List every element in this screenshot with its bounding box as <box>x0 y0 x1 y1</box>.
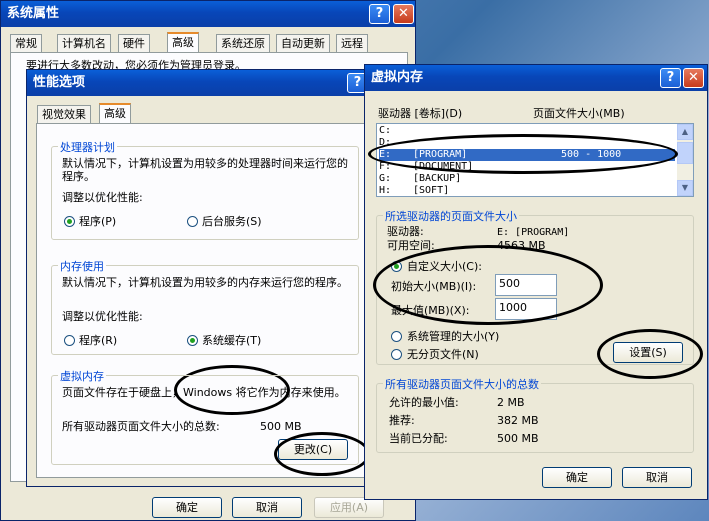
memory-usage-group: 内存使用 默认情况下，计算机设置为用较多的内存来运行您的程序。 调整以优化性能:… <box>51 258 359 355</box>
no-paging-file-label[interactable]: 无分页文件(N) <box>407 348 479 361</box>
drive-value: E: [PROGRAM] <box>497 227 570 238</box>
processor-scheduling-label: 处理器计划 <box>58 139 117 155</box>
drive-row[interactable]: G: [BACKUP] <box>379 173 675 185</box>
no-paging-file-radio[interactable] <box>391 349 402 360</box>
selected-drive-label: 所选驱动器的页面文件大小 <box>383 208 519 224</box>
tab-remote[interactable]: 远程 <box>336 34 368 52</box>
totals-group: 所有驱动器页面文件大小的总数 允许的最小值: 2 MB 推荐: 382 MB 当… <box>376 376 694 453</box>
memory-description: 默认情况下，计算机设置为用较多的内存来运行您的程序。 <box>62 276 348 289</box>
processor-adjust-label: 调整以优化性能: <box>62 191 143 204</box>
drive-list-scrollbar[interactable]: ▲ ▼ <box>677 124 693 196</box>
virtual-memory-group: 虚拟内存 页面文件存在于硬盘上，Windows 将它作为内存来使用。 所有驱动器… <box>51 368 359 465</box>
system-properties-title: 系统属性 <box>7 6 60 21</box>
scroll-thumb[interactable] <box>677 142 693 164</box>
space-value: 4563 MB <box>497 239 546 252</box>
memory-system-cache-radio[interactable] <box>187 335 198 346</box>
virtual-memory-title: 虚拟内存 <box>371 70 424 85</box>
drive-column-header: 驱动器 [卷标](D) <box>378 107 463 120</box>
processor-programs-radio[interactable] <box>64 216 75 227</box>
virtual-memory-total-value: 500 MB <box>260 420 302 433</box>
performance-options-window: 性能选项 ? 视觉效果 高级 处理器计划 默认情况下，计算机设置为用较多的处理器… <box>26 69 376 487</box>
tab-computer-name[interactable]: 计算机名 <box>57 34 111 52</box>
initial-size-input[interactable]: 500 <box>495 274 557 296</box>
performance-advanced-panel: 处理器计划 默认情况下，计算机设置为用较多的处理器时间来运行您的程序。 调整以优… <box>36 123 370 478</box>
drive-row[interactable]: F: [DOCUMENT] <box>379 161 675 173</box>
tab-system-restore[interactable]: 系统还原 <box>216 34 270 52</box>
selected-drive-group: 所选驱动器的页面文件大小 驱动器: E: [PROGRAM] 可用空间: 456… <box>376 208 694 365</box>
performance-options-titlebar[interactable]: 性能选项 <box>27 70 375 96</box>
ok-button[interactable]: 确定 <box>152 497 222 518</box>
performance-options-title: 性能选项 <box>33 75 86 90</box>
cancel-button[interactable]: 取消 <box>232 497 302 518</box>
drive-row[interactable]: H: [SOFT] <box>379 185 675 196</box>
tab-perf-advanced[interactable]: 高级 <box>99 103 131 124</box>
totals-label: 所有驱动器页面文件大小的总数 <box>383 376 541 392</box>
recommended-label: 推荐: <box>389 414 415 427</box>
tab-general[interactable]: 常规 <box>10 34 42 52</box>
memory-usage-label: 内存使用 <box>58 258 106 274</box>
memory-programs-label[interactable]: 程序(R) <box>79 334 117 347</box>
close-icon[interactable]: ✕ <box>683 68 704 88</box>
custom-size-label[interactable]: 自定义大小(C): <box>407 260 482 273</box>
tab-auto-update[interactable]: 自动更新 <box>276 34 330 52</box>
scroll-up-icon[interactable]: ▲ <box>677 124 693 140</box>
system-managed-radio[interactable] <box>391 331 402 342</box>
virtual-memory-label: 虚拟内存 <box>58 368 106 384</box>
processor-background-label[interactable]: 后台服务(S) <box>202 215 262 228</box>
scroll-down-icon[interactable]: ▼ <box>677 180 693 196</box>
processor-scheduling-group: 处理器计划 默认情况下，计算机设置为用较多的处理器时间来运行您的程序。 调整以优… <box>51 139 359 240</box>
virtual-memory-description: 页面文件存在于硬盘上，Windows 将它作为内存来使用。 <box>62 386 346 399</box>
drive-list[interactable]: C: D: E: [PROGRAM] 500 - 1000 F: [DOCUME… <box>376 123 694 197</box>
drive-row[interactable]: C: <box>379 125 675 137</box>
custom-size-radio[interactable] <box>391 261 402 272</box>
size-column-header: 页面文件大小(MB) <box>533 107 625 120</box>
memory-adjust-label: 调整以优化性能: <box>62 310 143 323</box>
help-icon[interactable]: ? <box>369 4 390 24</box>
vm-ok-button[interactable]: 确定 <box>542 467 612 488</box>
change-button[interactable]: 更改(C) <box>278 439 348 460</box>
memory-system-cache-label[interactable]: 系统缓存(T) <box>202 334 261 347</box>
processor-programs-label[interactable]: 程序(P) <box>79 215 116 228</box>
virtual-memory-titlebar[interactable]: 虚拟内存 <box>365 65 707 91</box>
virtual-memory-window: 虚拟内存 ? ✕ 驱动器 [卷标](D) 页面文件大小(MB) C: D: E:… <box>364 64 708 500</box>
system-properties-titlebar[interactable]: 系统属性 <box>1 1 415 27</box>
processor-background-radio[interactable] <box>187 216 198 227</box>
help-icon[interactable]: ? <box>660 68 681 88</box>
tab-hardware[interactable]: 硬件 <box>118 34 150 52</box>
processor-description: 默认情况下，计算机设置为用较多的处理器时间来运行您的程序。 <box>62 157 348 183</box>
drive-row-selected[interactable]: E: [PROGRAM] 500 - 1000 <box>379 149 675 161</box>
current-allocated-label: 当前已分配: <box>389 432 448 445</box>
space-label: 可用空间: <box>387 239 435 252</box>
vm-cancel-button[interactable]: 取消 <box>622 467 692 488</box>
tab-visual-effects[interactable]: 视觉效果 <box>37 105 91 123</box>
memory-programs-radio[interactable] <box>64 335 75 346</box>
recommended-value: 382 MB <box>497 414 539 427</box>
max-size-label: 最大值(MB)(X): <box>391 304 470 317</box>
set-button[interactable]: 设置(S) <box>613 342 683 363</box>
apply-button: 应用(A) <box>314 497 384 518</box>
max-size-input[interactable]: 1000 <box>495 298 557 320</box>
current-allocated-value: 500 MB <box>497 432 539 445</box>
min-allowed-label: 允许的最小值: <box>389 396 459 409</box>
min-allowed-value: 2 MB <box>497 396 525 409</box>
drive-label: 驱动器: <box>387 225 424 238</box>
initial-size-label: 初始大小(MB)(I): <box>391 280 477 293</box>
drive-row[interactable]: D: <box>379 137 675 149</box>
tab-advanced[interactable]: 高级 <box>167 32 199 53</box>
close-icon[interactable]: ✕ <box>393 4 414 24</box>
virtual-memory-total-label: 所有驱动器页面文件大小的总数: <box>62 420 220 433</box>
system-managed-label[interactable]: 系统管理的大小(Y) <box>407 330 499 343</box>
